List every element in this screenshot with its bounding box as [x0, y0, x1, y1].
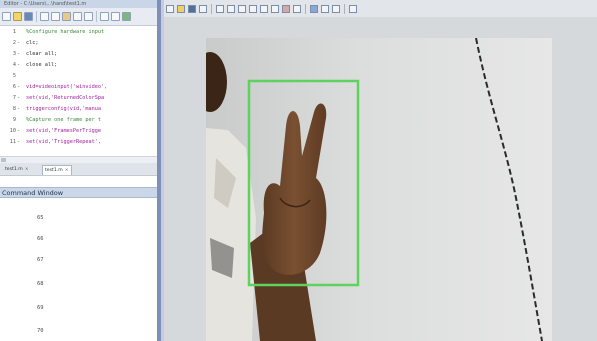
new-file-icon[interactable] [2, 12, 11, 21]
code-text: %Capture one frame per t [26, 117, 101, 123]
line-number: 10 [9, 128, 16, 134]
new-figure-icon[interactable] [166, 4, 174, 13]
close-icon[interactable]: × [65, 168, 69, 173]
toolbar-separator [305, 3, 306, 14]
tab-label: test1.m [5, 167, 23, 172]
zoom-in-icon[interactable] [227, 4, 235, 13]
link-icon[interactable] [293, 4, 301, 13]
code-line[interactable]: 1 %Configure hardware input [0, 27, 157, 38]
editor-titlebar: Editor - C:\Users\...\hand\test1.m [0, 0, 157, 8]
code-text: clear all; [26, 51, 58, 57]
run-icon[interactable] [122, 12, 131, 21]
scrollbar-thumb[interactable] [1, 158, 6, 162]
tab-label: test1.m [45, 168, 63, 173]
code-text: set(vid,'TriggerRepeat', [26, 139, 101, 145]
line-number: 8 [12, 106, 16, 112]
code-line[interactable]: 3 - clear all; [0, 49, 157, 60]
toolbar-separator [211, 3, 212, 14]
line-number: 5 [12, 73, 16, 79]
code-text: close all; [26, 62, 58, 68]
pan-icon[interactable] [249, 4, 257, 13]
code-line[interactable]: 5 [0, 71, 157, 82]
code-line[interactable]: 2 - clc; [0, 38, 157, 49]
toolbar-separator [344, 3, 345, 14]
open-file-icon[interactable] [13, 12, 22, 21]
line-number: 11 [9, 139, 16, 145]
code-text: clc; [26, 40, 39, 46]
breakpoint-marker[interactable]: - [17, 60, 20, 71]
save-icon[interactable] [24, 12, 33, 21]
code-line[interactable]: 10 - set(vid,'FramesPerTrigge [0, 126, 157, 137]
code-editor[interactable]: 1 %Configure hardware input 2 - clc; 3 -… [0, 27, 157, 157]
cut-icon[interactable] [40, 12, 49, 21]
editor-window: Editor - C:\Users\...\hand\test1.m 1 %Co… [0, 0, 157, 341]
code-text: triggerconfig(vid,'manua [26, 106, 101, 112]
code-text: set(vid,'ReturnedColorSpa [26, 95, 105, 101]
print-icon[interactable] [199, 4, 207, 13]
save-icon[interactable] [188, 4, 196, 13]
find-icon[interactable] [111, 12, 120, 21]
code-line[interactable]: 11 - set(vid,'TriggerRepeat', [0, 137, 157, 148]
breakpoint-marker[interactable]: - [17, 126, 20, 137]
command-output-line: 70 [37, 328, 44, 334]
line-number: 3 [12, 51, 16, 57]
editor-tab-strip: test1.m × test1.m × [0, 163, 157, 176]
copy-icon[interactable] [51, 12, 60, 21]
code-line[interactable]: 8 - triggerconfig(vid,'manua [0, 104, 157, 115]
line-number: 7 [12, 95, 16, 101]
brush-icon[interactable] [282, 4, 290, 13]
code-text: set(vid,'FramesPerTrigge [26, 128, 101, 134]
breakpoint-marker[interactable]: - [17, 49, 20, 60]
camera-frame-svg [206, 38, 552, 341]
toolbar-separator [36, 11, 37, 22]
property-icon[interactable] [349, 4, 357, 13]
undo-icon[interactable] [73, 12, 82, 21]
breakpoint-marker[interactable]: - [17, 137, 20, 148]
camera-preview-image [206, 38, 552, 341]
editor-tab[interactable]: test1.m × [3, 165, 31, 174]
open-icon[interactable] [177, 4, 185, 13]
breakpoint-marker[interactable]: - [17, 93, 20, 104]
close-icon[interactable]: × [25, 167, 29, 172]
breakpoint-marker[interactable]: - [17, 38, 20, 49]
pointer-icon[interactable] [216, 4, 224, 13]
command-output-line: 67 [37, 257, 44, 263]
command-window[interactable]: 65 66 67 68 69 70 [0, 199, 157, 341]
breakpoint-marker[interactable]: - [17, 104, 20, 115]
line-number: 6 [12, 84, 16, 90]
command-window-header[interactable]: Command Window [0, 187, 157, 198]
command-output-line: 66 [37, 236, 44, 242]
redo-icon[interactable] [84, 12, 93, 21]
command-output-line: 68 [37, 281, 44, 287]
line-number: 1 [12, 29, 16, 35]
colorbar-icon[interactable] [310, 4, 318, 13]
line-number: 2 [12, 40, 16, 46]
editor-toolbar [0, 8, 157, 26]
line-number: 9 [12, 117, 16, 123]
line-number: 4 [12, 62, 16, 68]
code-text: %Configure hardware input [26, 29, 105, 35]
horizontal-scrollbar[interactable] [0, 156, 157, 163]
legend-icon[interactable] [321, 4, 329, 13]
code-text: vid=videoinput('winvideo', [26, 84, 108, 90]
code-line[interactable]: 7 - set(vid,'ReturnedColorSpa [0, 93, 157, 104]
toolbar-separator [96, 11, 97, 22]
zoom-out-icon[interactable] [238, 4, 246, 13]
code-line[interactable]: 6 - vid=videoinput('winvideo', [0, 82, 157, 93]
print-icon[interactable] [100, 12, 109, 21]
code-line[interactable]: 4 - close all; [0, 60, 157, 71]
figure-toolbar [164, 0, 597, 17]
rotate-icon[interactable] [260, 4, 268, 13]
grid-icon[interactable] [332, 4, 340, 13]
command-output-line: 65 [37, 215, 44, 221]
breakpoint-marker[interactable]: - [17, 82, 20, 93]
editor-tab-active[interactable]: test1.m × [42, 165, 72, 175]
code-line[interactable]: 9 %Capture one frame per t [0, 115, 157, 126]
command-output-line: 69 [37, 305, 44, 311]
paste-icon[interactable] [62, 12, 71, 21]
data-cursor-icon[interactable] [271, 4, 279, 13]
